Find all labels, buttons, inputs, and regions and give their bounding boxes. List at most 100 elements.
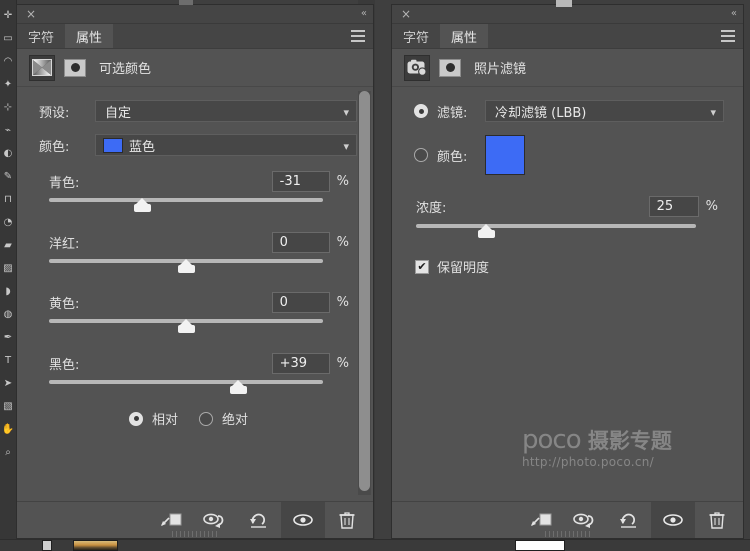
- density-slider[interactable]: [416, 222, 696, 238]
- black-label: 黑色:: [49, 354, 79, 373]
- hand-icon[interactable]: ✋: [1, 418, 16, 441]
- healing-icon[interactable]: ◐: [1, 142, 16, 165]
- slider-track: [49, 380, 323, 384]
- hamburger-icon[interactable]: [721, 30, 735, 42]
- move-icon[interactable]: ✛: [1, 4, 16, 27]
- slider-group-black: 黑色: +39 %: [49, 352, 349, 394]
- pen-icon[interactable]: ✒: [1, 326, 16, 349]
- filter-select[interactable]: 冷却滤镜 (LBB) ▾: [485, 100, 724, 122]
- tools-strip-left[interactable]: ✛ ▭ ◠ ✦ ⊹ ⌁ ◐ ✎ ⊓ ◔ ▰ ▨ ◗ ◍ ✒ T ➤ ▧ ✋ ⌕: [0, 0, 17, 551]
- properties-panel-photo-filter: × « 字符 属性 照片滤镜: [391, 4, 744, 539]
- radio-filter[interactable]: [414, 104, 428, 118]
- color-select[interactable]: 蓝色 ▾: [95, 134, 357, 156]
- yellow-label: 黄色:: [49, 293, 79, 312]
- toggle-visibility-button[interactable]: [281, 502, 325, 538]
- tab-properties[interactable]: 属性: [65, 24, 113, 48]
- cyan-value-input[interactable]: -31: [272, 171, 330, 192]
- slider-group-magenta: 洋红: 0 %: [49, 231, 349, 273]
- brush-icon[interactable]: ✎: [1, 165, 16, 188]
- color-value: 蓝色: [129, 136, 155, 155]
- slider-track: [49, 198, 323, 202]
- filter-value: 冷却滤镜 (LBB): [495, 102, 586, 121]
- layers-panel-peek: [0, 539, 750, 551]
- gradient-icon[interactable]: ▨: [1, 257, 16, 280]
- radio-color[interactable]: [414, 148, 428, 162]
- tab-character[interactable]: 字符: [17, 24, 65, 48]
- preserve-luminosity-row[interactable]: ✔ 保留明度: [415, 257, 489, 276]
- preset-select[interactable]: 自定 ▾: [95, 100, 357, 122]
- layer-thumbnail-mask: [515, 540, 565, 551]
- dodge-icon[interactable]: ◍: [1, 303, 16, 326]
- tab-properties[interactable]: 属性: [440, 24, 488, 48]
- panel-resize-grip[interactable]: [545, 531, 591, 537]
- marquee-icon[interactable]: ▭: [1, 27, 16, 50]
- right-panel-body: 滤镜: 冷却滤镜 (LBB) ▾ 颜色: 浓度: 25 %: [392, 87, 743, 534]
- yellow-slider[interactable]: [49, 317, 323, 333]
- radio-absolute[interactable]: [199, 412, 213, 426]
- slider-knob[interactable]: [178, 260, 195, 273]
- tab-character[interactable]: 字符: [392, 24, 440, 48]
- wand-icon[interactable]: ✦: [1, 73, 16, 96]
- chevron-down-icon: ▾: [343, 101, 349, 123]
- collapse-panel-icon[interactable]: «: [361, 8, 366, 20]
- slider-knob[interactable]: [134, 199, 151, 212]
- layer-icon-thumb: [42, 540, 52, 551]
- eyedropper-icon[interactable]: ⌁: [1, 119, 16, 142]
- preserve-luminosity-label: 保留明度: [437, 257, 489, 276]
- shape-icon[interactable]: ▧: [1, 395, 16, 418]
- history-brush-icon[interactable]: ◔: [1, 211, 16, 234]
- left-panel-tabbar: 字符 属性: [17, 24, 373, 49]
- panel-scrollbar[interactable]: [358, 91, 371, 495]
- slider-track: [416, 224, 696, 228]
- slider-knob[interactable]: [230, 381, 247, 394]
- hamburger-icon[interactable]: [351, 30, 365, 42]
- slider-knob[interactable]: [478, 225, 495, 238]
- selective-color-icon: [29, 55, 55, 81]
- slider-knob[interactable]: [178, 320, 195, 333]
- radio-absolute-label: 绝对: [222, 409, 248, 428]
- scrollbar-thumb[interactable]: [359, 91, 370, 491]
- cyan-unit: %: [337, 174, 349, 189]
- delete-layer-button[interactable]: [325, 502, 369, 538]
- layer-mask-icon: [64, 59, 86, 77]
- preserve-luminosity-checkbox[interactable]: ✔: [415, 260, 429, 274]
- eraser-icon[interactable]: ▰: [1, 234, 16, 257]
- preset-row: 预设: 自定 ▾: [39, 100, 357, 122]
- black-value-input[interactable]: +39: [272, 353, 330, 374]
- density-group: 浓度: 25 %: [416, 195, 718, 238]
- cyan-slider[interactable]: [49, 196, 323, 212]
- slider-group-yellow: 黄色: 0 %: [49, 291, 349, 333]
- yellow-value-input[interactable]: 0: [272, 292, 330, 313]
- zoom-icon[interactable]: ⌕: [1, 441, 16, 464]
- close-icon[interactable]: ×: [25, 8, 37, 20]
- preset-value: 自定: [105, 102, 131, 121]
- preset-label: 预设:: [39, 102, 95, 121]
- crop-icon[interactable]: ⊹: [1, 96, 16, 119]
- radio-relative[interactable]: [129, 412, 143, 426]
- magenta-value-input[interactable]: 0: [272, 232, 330, 253]
- properties-panel-selective-color: × « 字符 属性: [16, 4, 374, 539]
- magenta-label: 洋红:: [49, 233, 79, 252]
- type-icon[interactable]: T: [1, 349, 16, 372]
- reset-button[interactable]: [607, 502, 651, 538]
- delete-layer-button[interactable]: [695, 502, 739, 538]
- layer-mask-icon: [439, 59, 461, 77]
- density-value-input[interactable]: 25: [649, 196, 699, 217]
- reset-button[interactable]: [237, 502, 281, 538]
- yellow-unit: %: [337, 295, 349, 310]
- left-panel-body: 预设: 自定 ▾ 颜色: 蓝色 ▾ 青色:: [17, 87, 373, 527]
- lasso-icon[interactable]: ◠: [1, 50, 16, 73]
- toggle-visibility-button[interactable]: [651, 502, 695, 538]
- black-slider[interactable]: [49, 378, 323, 394]
- stamp-icon[interactable]: ⊓: [1, 188, 16, 211]
- close-icon[interactable]: ×: [400, 8, 412, 20]
- magenta-slider[interactable]: [49, 257, 323, 273]
- color-label: 颜色:: [39, 136, 95, 155]
- method-radio-group: 相对 绝对: [129, 409, 248, 428]
- filter-color-swatch[interactable]: [485, 135, 525, 175]
- path-icon[interactable]: ➤: [1, 372, 16, 395]
- panel-resize-grip[interactable]: [172, 531, 218, 537]
- collapse-panel-icon[interactable]: «: [731, 8, 736, 20]
- blur-icon[interactable]: ◗: [1, 280, 16, 303]
- filter-color-label: 颜色:: [437, 146, 485, 165]
